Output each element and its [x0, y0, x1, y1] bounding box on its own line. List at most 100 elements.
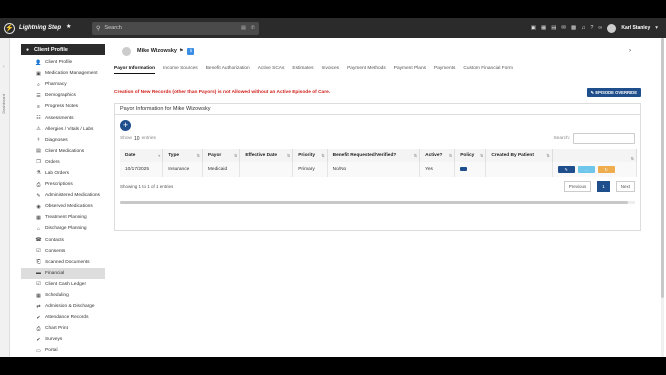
vertical-scrollbar[interactable] — [661, 38, 664, 357]
sidebar-item-assessments[interactable]: ☷ Assessments — [21, 112, 105, 123]
sidebar-item-progress-notes[interactable]: ≡ Progress Notes — [21, 101, 105, 112]
previous-page-button[interactable]: Previous — [563, 181, 592, 192]
user-avatar[interactable] — [607, 23, 617, 33]
sidebar-item-scanned-documents[interactable]: ⎗ Scanned Documents — [21, 257, 105, 268]
tab-active-scas[interactable]: Active SCAs — [258, 66, 285, 76]
sidebar-item-admission-discharge[interactable]: ⇄ Admission & Discharge — [21, 301, 105, 312]
sort-icon: ⇅ — [196, 153, 200, 158]
page-1-button[interactable]: 1 — [597, 181, 610, 192]
sidebar-item-surveys[interactable]: ✔ Surveys — [21, 334, 105, 345]
sidebar-item-prescriptions[interactable]: ⎙ Prescriptions — [21, 179, 105, 190]
sidebar-item-pharmacy[interactable]: ⌕ Pharmacy — [21, 79, 105, 90]
dashboard-rail-label[interactable]: Dashboard — [1, 94, 6, 114]
sidebar-item-client-cash-ledger[interactable]: ☑ Client Cash Ledger — [21, 279, 105, 290]
tab-payor-information[interactable]: Payor Information — [114, 66, 156, 74]
table-row[interactable]: 10/17/2025 Insurance Medicaid Primary No/No Y… — [120, 162, 638, 177]
sidebar-item-portal[interactable]: ▭ Portal — [21, 345, 105, 356]
sidebar-item-client-medications[interactable]: ▤ Client Medications — [21, 146, 105, 157]
column-header[interactable]: Benefit Requested/Verified? ⇅ — [327, 149, 421, 162]
sidebar-item-icon: ✎ — [36, 192, 41, 199]
column-header[interactable]: Priority ⇅ — [292, 149, 328, 162]
patient-name[interactable]: Mike Wizowsky — [137, 48, 177, 54]
sidebar-item-lab-orders[interactable]: ⚗ Lab Orders — [21, 168, 105, 179]
sidebar-item-diagnoses[interactable]: ⚕ Diagnoses — [21, 135, 105, 146]
table-search-input[interactable] — [573, 133, 635, 144]
entries-info: Showing 1 to 1 of 1 entries — [120, 184, 174, 189]
entries-select[interactable]: 10 — [134, 136, 140, 142]
column-header[interactable]: Date ▾ — [120, 149, 164, 162]
add-payor-button[interactable]: + — [120, 120, 131, 131]
sidebar-item-administered-medications[interactable]: ✎ Administered Medications — [21, 190, 105, 201]
sidebar-item-scheduling[interactable]: ▦ Scheduling — [21, 290, 105, 301]
sidebar-item-label: Progress Notes — [45, 104, 79, 110]
sidebar-item-icon: ⎙ — [36, 181, 41, 188]
scrollbar-thumb[interactable] — [120, 201, 628, 204]
sidebar-item-icon: ☑ — [36, 248, 41, 255]
monitor-icon[interactable]: ▤ — [551, 25, 556, 31]
view-button[interactable]: … — [577, 166, 595, 173]
sidebar-item-attendance-records[interactable]: ✔ Attendance Records — [21, 312, 105, 323]
sort-icon: ⇅ — [233, 153, 238, 158]
chevron-left-icon[interactable]: ‹ — [3, 64, 5, 70]
sidebar-header[interactable]: ● Client Profile — [21, 44, 105, 55]
refresh-button[interactable]: ↻ — [597, 166, 615, 173]
phone-icon[interactable]: ✆ — [251, 25, 255, 31]
sidebar-item-discharge-planning[interactable]: ⌂ Discharge Planning — [21, 223, 105, 234]
chart-icon[interactable]: ▩ — [571, 25, 576, 31]
episode-override-button[interactable]: ✎ EPISODE OVERRIDE — [586, 88, 641, 97]
next-page-button[interactable]: Next — [615, 181, 635, 192]
chevron-right-icon[interactable]: › — [629, 48, 631, 54]
tab-estimates[interactable]: Estimates — [292, 66, 313, 76]
scrollbar-thumb[interactable] — [661, 38, 664, 298]
sidebar-item-label: Orders — [45, 159, 60, 165]
sidebar-item-client-profile[interactable]: 👤 Client Profile — [21, 57, 105, 68]
column-header[interactable]: Payor ⇅ — [202, 149, 241, 162]
id-card-icon[interactable]: ▤ — [241, 25, 246, 31]
column-header[interactable]: Created By Patient ⇅ — [485, 149, 553, 162]
help-icon[interactable]: ? — [590, 25, 593, 31]
sidebar-item-orders[interactable]: ❐ Orders — [21, 157, 105, 168]
column-header[interactable]: Type ⇅ — [162, 149, 203, 162]
sidebar-item-icon: ☷ — [36, 115, 41, 122]
flag-icon[interactable]: ⚑ — [179, 48, 183, 54]
tab-payment-plans[interactable]: Payment Plans — [394, 66, 426, 76]
cell-payor: Medicaid — [202, 162, 241, 177]
tab-payment-methods[interactable]: Payment Methods — [347, 66, 386, 76]
user-name[interactable]: Karl Stanley — [621, 25, 650, 31]
sidebar-item-contacts[interactable]: ☎ Contacts — [21, 235, 105, 246]
edit-button[interactable]: ✎ — [557, 166, 575, 173]
column-header[interactable]: Active? ⇅ — [419, 149, 456, 162]
tab-income-sources[interactable]: Income Sources — [163, 66, 198, 76]
sidebar-item-chart-print[interactable]: ⎙ Chart Print — [21, 323, 105, 334]
tab-custom-financial-form[interactable]: Custom Financial Form — [463, 66, 513, 76]
info-badge-icon[interactable]: ℹ — [187, 47, 195, 55]
sidebar-item-demographics[interactable]: ☰ Demographics — [21, 90, 105, 101]
tab-invoices[interactable]: Invoices — [321, 66, 339, 76]
tab-benefit-authorization[interactable]: Benefit Authorization — [206, 66, 250, 76]
payor-table: Date ▾ Type ⇅ Payor ⇅ Effective Date ⇅ Priority ⇅… — [120, 149, 638, 177]
sidebar-item-allergies-vitals-labs[interactable]: ⚠ Allergies / Vitals / Labs — [21, 124, 105, 135]
app-logo[interactable]: ⚡ Lightning Step ★ — [4, 22, 92, 34]
column-header[interactable]: ⇅ — [552, 149, 638, 162]
left-rail: ‹ Dashboard — [0, 38, 10, 357]
sidebar-item-financial[interactable]: ▬ Financial — [21, 267, 105, 279]
bell-icon[interactable]: ♫ — [581, 25, 585, 31]
policy-card-icon[interactable] — [460, 166, 468, 171]
sidebar-item-treatment-planning[interactable]: ▦ Treatment Planning — [21, 212, 105, 223]
global-search[interactable]: ⚲ Search ▤ ✆ — [92, 21, 259, 35]
payment-icon[interactable]: ▣ — [531, 25, 536, 31]
column-header[interactable]: Effective Date ⇅ — [239, 149, 294, 162]
star-icon[interactable]: ★ — [66, 23, 71, 30]
chevron-down-icon[interactable]: ▾ — [655, 25, 658, 31]
link-icon[interactable]: ∞ — [598, 25, 602, 31]
sidebar-item-consents[interactable]: ☑ Consents — [21, 246, 105, 257]
search-placeholder[interactable]: Search — [104, 25, 236, 31]
calendar-icon[interactable]: ▦ — [541, 25, 546, 31]
column-header[interactable]: Policy ⇅ — [454, 149, 487, 162]
chat-icon[interactable]: ✉ — [561, 25, 566, 31]
sidebar-item-observed-medications[interactable]: ◉ Observed Medications — [21, 201, 105, 212]
horizontal-scrollbar[interactable] — [120, 201, 635, 204]
tab-payments[interactable]: Payments — [434, 66, 455, 76]
sidebar-item-medication-management[interactable]: ▣ Medication Management — [21, 68, 105, 79]
sidebar-item-icon: ⎗ — [36, 259, 41, 266]
